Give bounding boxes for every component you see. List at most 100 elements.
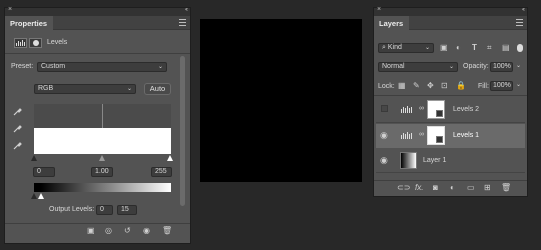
channel-dropdown[interactable]: RGB ⌄ <box>34 84 136 94</box>
preset-value: Custom <box>41 63 66 70</box>
trash-icon[interactable]: 🗑 <box>501 184 511 192</box>
layer-mask-thumbnail[interactable] <box>427 126 445 145</box>
kind-filter-dropdown[interactable]: ⌕ Kind ⌄ <box>378 43 434 53</box>
chevron-down-icon: ⌄ <box>126 86 132 92</box>
blend-mode-value: Normal <box>382 63 405 70</box>
layer-row-levels-2[interactable]: ∞ Levels 2 <box>376 96 525 123</box>
input-white-field[interactable]: 255 <box>151 167 172 177</box>
output-black-field[interactable]: 0 <box>96 205 113 215</box>
document-canvas[interactable] <box>200 19 362 182</box>
output-gradient <box>34 183 171 192</box>
layer-gradient-thumbnail[interactable] <box>400 152 417 169</box>
visibility-off-box[interactable] <box>381 105 388 112</box>
fill-value: 100% <box>493 82 511 89</box>
layer-mask-thumbnail[interactable] <box>427 100 445 119</box>
trash-icon[interactable]: 🗑 <box>162 227 172 235</box>
opacity-value: 100% <box>493 63 511 70</box>
white-point-eyedropper-icon[interactable] <box>13 141 22 152</box>
input-white-slider[interactable] <box>167 155 173 161</box>
channel-value: RGB <box>38 85 54 92</box>
lock-position-icon[interactable]: ✥ <box>427 82 434 90</box>
new-layer-icon[interactable]: ⊞ <box>484 184 491 192</box>
chevron-down-icon: ⌄ <box>448 64 454 70</box>
layers-topbar: × ‹‹ <box>374 6 527 16</box>
chevron-down-icon: ⌄ <box>157 64 163 70</box>
tab-layers[interactable]: Layers <box>374 16 410 30</box>
layer-row-levels-1[interactable]: ◉ ∞ Levels 1 <box>376 124 525 148</box>
pixel-layer-filter-icon[interactable]: ▣ <box>440 44 448 52</box>
blend-mode-dropdown[interactable]: Normal ⌄ <box>378 62 458 72</box>
lock-transparent-pixels-icon[interactable]: ▦ <box>398 82 406 90</box>
link-layers-icon[interactable]: ⊂⊃ <box>397 184 410 192</box>
levels-adjustment-thumbnail-icon <box>400 130 415 142</box>
output-levels-label: Output Levels: <box>49 206 95 213</box>
layers-bottom-divider <box>374 180 527 181</box>
input-black-slider[interactable] <box>31 155 37 161</box>
filter-toggle[interactable] <box>517 44 523 52</box>
fill-label: Fill: <box>478 83 489 90</box>
new-group-icon[interactable]: ▭ <box>467 184 475 192</box>
lock-label: Lock: <box>378 83 395 90</box>
tab-properties[interactable]: Properties <box>5 16 54 30</box>
input-black-field[interactable]: 0 <box>33 167 55 177</box>
output-white-field[interactable]: 15 <box>117 205 137 215</box>
adjustment-layer-filter-icon[interactable]: ◐ <box>456 44 461 52</box>
properties-scrollbar[interactable] <box>179 56 186 206</box>
view-previous-state-icon[interactable]: ◎ <box>105 227 112 235</box>
chevron-down-icon: ⌄ <box>424 45 430 51</box>
layer-row-layer-1[interactable]: ◉ Layer 1 <box>376 149 525 173</box>
collapse-icon[interactable]: ‹‹ <box>185 7 188 13</box>
clip-to-layer-icon[interactable]: ▣ <box>87 227 95 235</box>
visibility-eye-icon[interactable]: ◉ <box>380 130 388 141</box>
close-panel-icon[interactable]: × <box>8 6 12 13</box>
output-white-slider[interactable] <box>38 193 44 199</box>
layer-style-fx-icon[interactable]: fx. <box>415 184 423 192</box>
lock-all-icon[interactable]: 🔒 <box>456 82 466 90</box>
properties-bottom-divider <box>5 223 190 224</box>
opacity-field[interactable]: 100% <box>490 62 513 72</box>
histogram-fill <box>34 128 171 154</box>
properties-tabrow: Properties <box>5 16 190 30</box>
smart-object-filter-icon[interactable]: ▤ <box>502 44 510 52</box>
adjustment-label: Levels <box>47 39 68 46</box>
layer-name: Layer 1 <box>423 157 447 164</box>
black-point-eyedropper-icon[interactable] <box>13 107 22 118</box>
input-gamma-slider[interactable] <box>99 155 105 161</box>
close-panel-icon[interactable]: × <box>377 6 381 13</box>
fill-field[interactable]: 100% <box>490 81 513 91</box>
panel-menu-icon[interactable] <box>516 19 523 28</box>
mask-link-icon[interactable]: ∞ <box>419 131 424 138</box>
collapse-icon[interactable]: ‹‹ <box>522 7 525 13</box>
divider <box>5 53 190 54</box>
add-mask-icon[interactable]: ◙ <box>433 184 438 192</box>
input-gamma-field[interactable]: 1.00 <box>91 167 113 177</box>
layer-name: Levels 1 <box>453 132 480 139</box>
layer-mask-icon[interactable] <box>29 38 42 48</box>
visibility-eye-icon[interactable]: ◉ <box>143 227 150 235</box>
auto-button[interactable]: Auto <box>144 83 171 95</box>
lock-image-pixels-icon[interactable]: ✎ <box>413 82 420 90</box>
properties-topbar: × ‹‹ <box>5 6 190 16</box>
opacity-label: Opacity: <box>463 63 489 70</box>
levels-adjustment-icon <box>14 38 27 48</box>
reset-icon[interactable]: ↺ <box>124 227 131 235</box>
kind-filter-value: Kind <box>387 44 402 51</box>
layers-tabrow: Layers <box>374 16 527 30</box>
histogram-spike <box>102 104 103 128</box>
histogram <box>34 104 171 154</box>
panel-menu-icon[interactable] <box>179 19 186 28</box>
preset-label: Preset: <box>11 63 34 70</box>
type-layer-filter-icon[interactable]: T <box>472 44 477 52</box>
shape-layer-filter-icon[interactable]: ⌗ <box>487 44 492 52</box>
visibility-eye-icon[interactable]: ◉ <box>380 155 388 166</box>
output-black-slider[interactable] <box>31 193 37 199</box>
mask-link-icon[interactable]: ∞ <box>419 105 424 112</box>
opacity-chevron-down-icon[interactable]: ⌄ <box>516 62 521 69</box>
gray-point-eyedropper-icon[interactable] <box>13 124 22 135</box>
lock-artboard-icon[interactable]: ⊡ <box>441 82 448 90</box>
scroll-thumb[interactable] <box>180 56 185 206</box>
fill-chevron-down-icon[interactable]: ⌄ <box>516 81 521 88</box>
layer-name: Levels 2 <box>453 106 480 113</box>
new-adjustment-layer-icon[interactable]: ◐ <box>450 184 455 192</box>
preset-dropdown[interactable]: Custom ⌄ <box>37 62 167 72</box>
